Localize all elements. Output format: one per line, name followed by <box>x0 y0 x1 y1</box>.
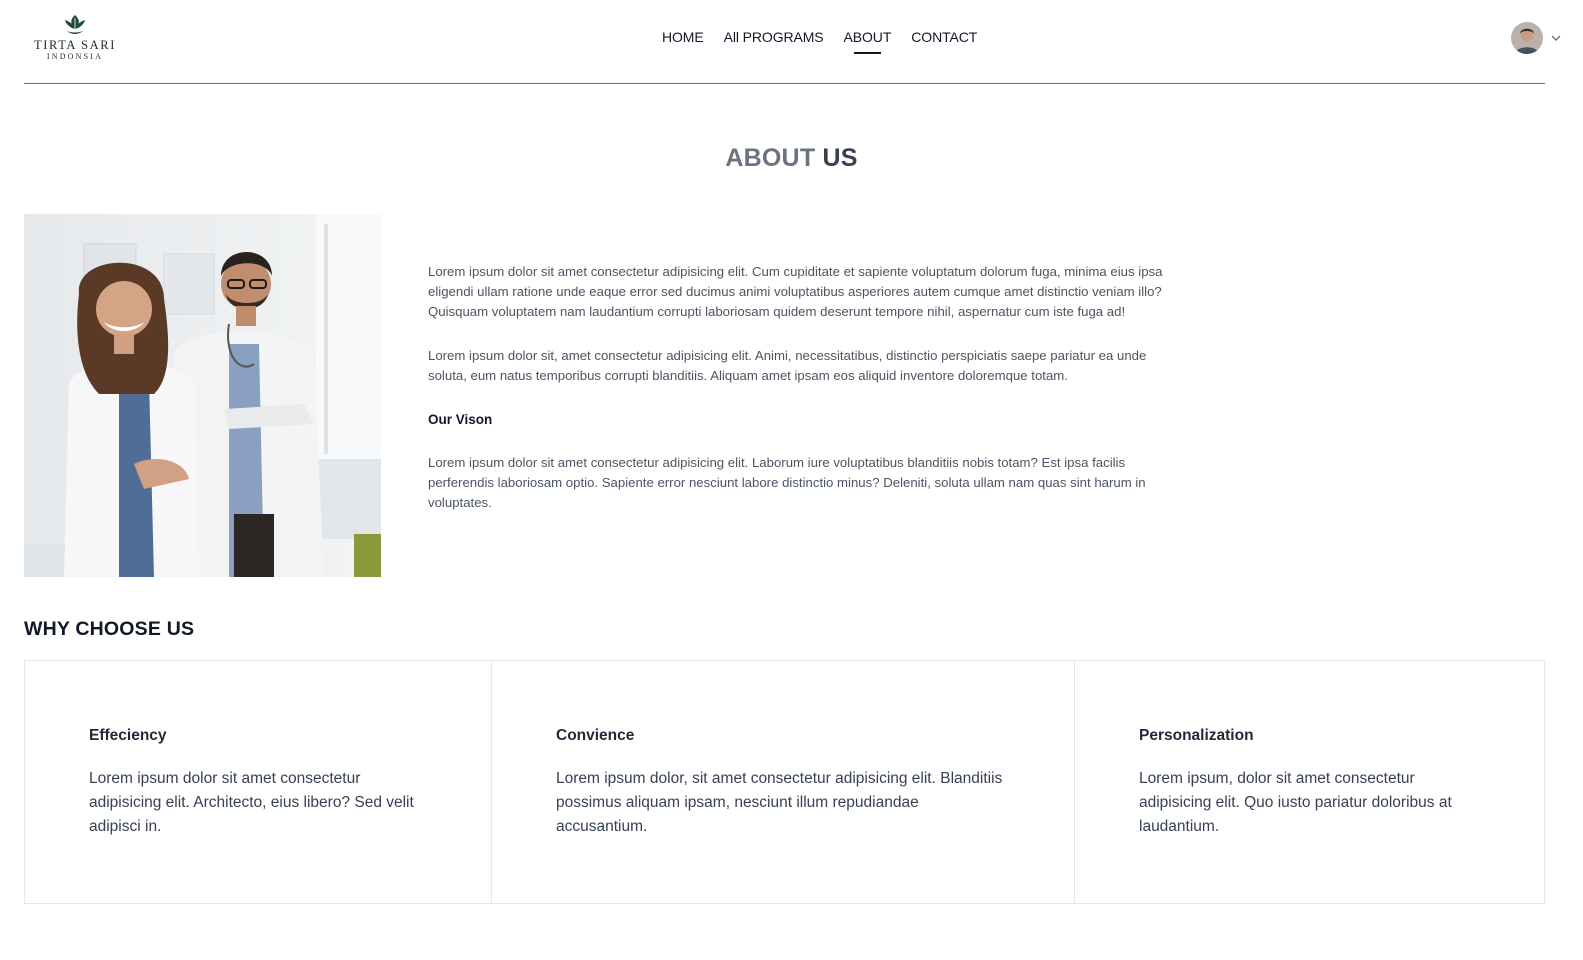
about-paragraph-2: Lorem ipsum dolor sit, amet consectetur … <box>428 348 1147 383</box>
nav-home[interactable]: HOME <box>662 28 704 54</box>
user-menu[interactable] <box>1511 22 1562 54</box>
feature-card-personalization: Personalization Lorem ipsum, dolor sit a… <box>1075 661 1544 903</box>
site-header: TIRTA SARI INDONSIA HOME All PROGRAMS AB… <box>24 0 1561 84</box>
page-title-bold: US <box>822 144 858 172</box>
feature-card-convenience: Convience Lorem ipsum dolor, sit amet co… <box>492 661 1075 903</box>
feature-card-text: Lorem ipsum, dolor sit amet consectetur … <box>1139 770 1452 835</box>
page-title-light: ABOUT <box>725 144 816 172</box>
vision-heading: Our Vison <box>428 412 493 427</box>
page-title: ABOUT US <box>0 144 1583 173</box>
feature-card-title: Convience <box>556 727 635 744</box>
about-content: Lorem ipsum dolor sit amet consectetur a… <box>428 262 1188 537</box>
chevron-down-icon[interactable] <box>1550 32 1562 44</box>
brand-subtitle: INDONSIA <box>46 52 104 61</box>
feature-card-efficiency: Effeciency Lorem ipsum dolor sit amet co… <box>25 661 492 903</box>
nav-all-programs[interactable]: All PROGRAMS <box>724 28 824 54</box>
feature-card-title: Effeciency <box>89 727 167 744</box>
about-paragraph-1: Lorem ipsum dolor sit amet consectetur a… <box>428 264 1163 319</box>
brand-name: TIRTA SARI <box>34 38 116 52</box>
brand-logo[interactable]: TIRTA SARI INDONSIA <box>34 14 116 62</box>
nav-contact[interactable]: CONTACT <box>911 28 977 54</box>
doctors-photo <box>24 214 381 577</box>
user-avatar[interactable] <box>1511 22 1543 54</box>
leaf-icon <box>65 15 85 34</box>
feature-cards: Effeciency Lorem ipsum dolor sit amet co… <box>24 660 1545 904</box>
why-choose-us-title: WHY CHOOSE US <box>24 618 195 640</box>
vision-text: Lorem ipsum dolor sit amet consectetur a… <box>428 455 1146 510</box>
feature-card-title: Personalization <box>1139 727 1254 744</box>
main-nav: HOME All PROGRAMS ABOUT CONTACT <box>662 28 977 54</box>
feature-card-text: Lorem ipsum dolor sit amet consectetur a… <box>89 770 414 835</box>
feature-card-text: Lorem ipsum dolor, sit amet consectetur … <box>556 770 1003 835</box>
nav-about[interactable]: ABOUT <box>844 28 891 54</box>
